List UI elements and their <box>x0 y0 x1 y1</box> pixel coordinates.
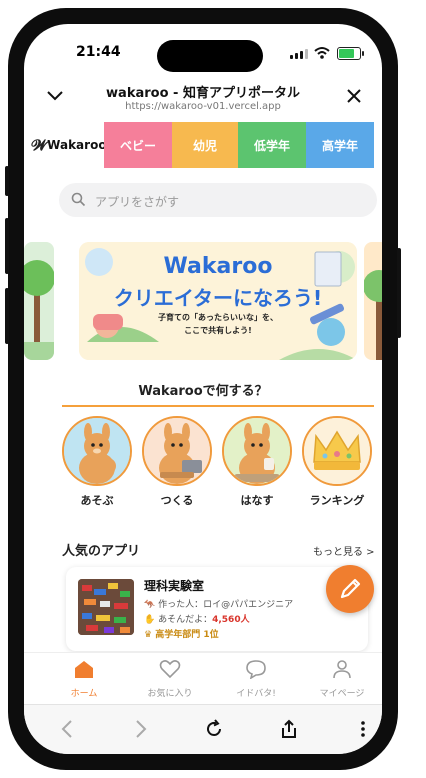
nav-home-label: ホーム <box>70 689 98 699</box>
section-divider <box>62 405 374 407</box>
phone-frame: 21:44 wakaroo - 知育アプリポータル https://wakaro… <box>5 8 401 770</box>
nav-chat-label: イドバタ! <box>236 689 276 699</box>
tab-toddler[interactable]: 幼児 <box>172 122 238 168</box>
nav-mypage[interactable]: マイページ <box>302 659 382 699</box>
status-bar: 21:44 <box>24 24 382 74</box>
volume-up-button <box>5 218 9 274</box>
kangaroo-create-icon <box>142 416 212 486</box>
category-play[interactable]: あそぶ <box>62 416 132 508</box>
creator-banner[interactable]: Wakaroo クリエイターになろう! 子育ての「あったらいいな」を、 ここで共… <box>79 242 357 360</box>
battery-icon <box>337 47 361 60</box>
search-placeholder: アプリをさがす <box>95 195 180 209</box>
app-creator: 🦘 作った人：ロイ@パパエンジニア <box>144 600 294 610</box>
tab-upper-grade[interactable]: 高学年 <box>306 122 374 168</box>
share-icon[interactable] <box>280 719 298 739</box>
crown-icon <box>302 416 372 486</box>
category-talk-label: はなす <box>240 494 274 507</box>
banner-next-card[interactable] <box>364 242 382 360</box>
close-icon[interactable] <box>346 88 362 104</box>
app-card[interactable]: 理科実験室 🦘 作った人：ロイ@パパエンジニア ✋ あそんだよ：4,560人 ♛… <box>66 567 368 651</box>
age-tabs: 𝓦 Wakaroo ベビー 幼児 低学年 高学年 <box>31 122 374 168</box>
kangaroo-play-icon <box>62 416 132 486</box>
nav-chat[interactable]: イドバタ! <box>216 659 296 699</box>
kangaroo-talk-icon <box>222 416 292 486</box>
nav-favorites-label: お気に入り <box>147 689 193 699</box>
app-rank: ♛ 高学年部門 1位 <box>144 630 219 640</box>
wakaroo-logo[interactable]: 𝓦 Wakaroo <box>31 122 107 168</box>
app-thumbnail <box>78 579 134 635</box>
category-play-label: あそぶ <box>80 494 114 507</box>
banner-carousel: Wakaroo クリエイターになろう! 子育ての「あったらいいな」を、 ここで共… <box>24 242 382 360</box>
category-talk[interactable]: はなす <box>222 416 292 508</box>
search-icon <box>71 192 86 207</box>
browser-title: wakaroo - 知育アプリポータル <box>106 86 300 101</box>
wifi-icon <box>314 47 330 59</box>
app-name: 理科実験室 <box>144 579 205 593</box>
app-plays: ✋ あそんだよ：4,560人 <box>144 615 250 625</box>
mute-switch <box>5 166 9 196</box>
popular-apps-title: 人気のアプリ <box>62 544 141 559</box>
power-button <box>397 248 401 338</box>
category-create-label: つくる <box>160 494 194 507</box>
nav-mypage-label: マイページ <box>319 689 365 699</box>
create-fab-button[interactable] <box>326 565 374 613</box>
crown-small-icon: ♛ <box>144 630 153 640</box>
category-create[interactable]: つくる <box>142 416 212 508</box>
home-icon <box>75 661 93 678</box>
banner-title: クリエイターになろう! <box>113 286 323 310</box>
forward-icon[interactable] <box>134 719 148 739</box>
tab-lower-grade[interactable]: 低学年 <box>238 122 306 168</box>
app-plays-count: 4,560人 <box>212 615 250 625</box>
volume-down-button <box>5 288 9 344</box>
browser-header: wakaroo - 知育アプリポータル https://wakaroo-v01.… <box>24 76 382 120</box>
see-more-link[interactable]: もっと見る > <box>313 543 375 558</box>
screen: 21:44 wakaroo - 知育アプリポータル https://wakaro… <box>24 24 382 754</box>
category-menu: あそぶ つくる はなす ランキング <box>62 416 374 508</box>
reload-icon[interactable] <box>204 719 224 739</box>
browser-toolbar <box>24 704 382 754</box>
status-time: 21:44 <box>76 44 121 60</box>
user-icon <box>333 660 351 679</box>
banner-title-brand: Wakaroo <box>163 254 273 279</box>
nav-favorites[interactable]: お気に入り <box>130 659 210 699</box>
tree-illustration <box>364 270 382 360</box>
tree-illustration <box>24 260 54 360</box>
category-ranking[interactable]: ランキング <box>302 416 372 508</box>
banner-subtitle-1: 子育ての「あったらいいな」を、 <box>158 313 278 322</box>
banner-subtitle-2: ここで共有しよう! <box>184 326 252 335</box>
hand-icon: ✋ <box>144 615 156 625</box>
banner-prev-card[interactable] <box>24 242 54 360</box>
tab-baby[interactable]: ベビー <box>104 122 172 168</box>
more-icon[interactable] <box>360 719 366 739</box>
pencil-icon <box>340 578 361 599</box>
back-icon[interactable] <box>60 719 74 739</box>
nav-home[interactable]: ホーム <box>44 659 124 699</box>
dynamic-island <box>157 40 263 72</box>
signal-icon <box>290 48 308 59</box>
heart-icon <box>159 660 181 679</box>
chat-icon <box>246 660 266 680</box>
bottom-navigation: ホーム お気に入り イドバタ! マイページ <box>24 652 382 705</box>
creator-icon: 🦘 <box>144 600 156 610</box>
section-title: Wakarooで何する？ <box>138 384 268 399</box>
search-input[interactable]: アプリをさがす <box>59 183 377 217</box>
category-ranking-label: ランキング <box>309 494 365 507</box>
browser-url[interactable]: https://wakaroo-v01.vercel.app <box>24 101 382 112</box>
